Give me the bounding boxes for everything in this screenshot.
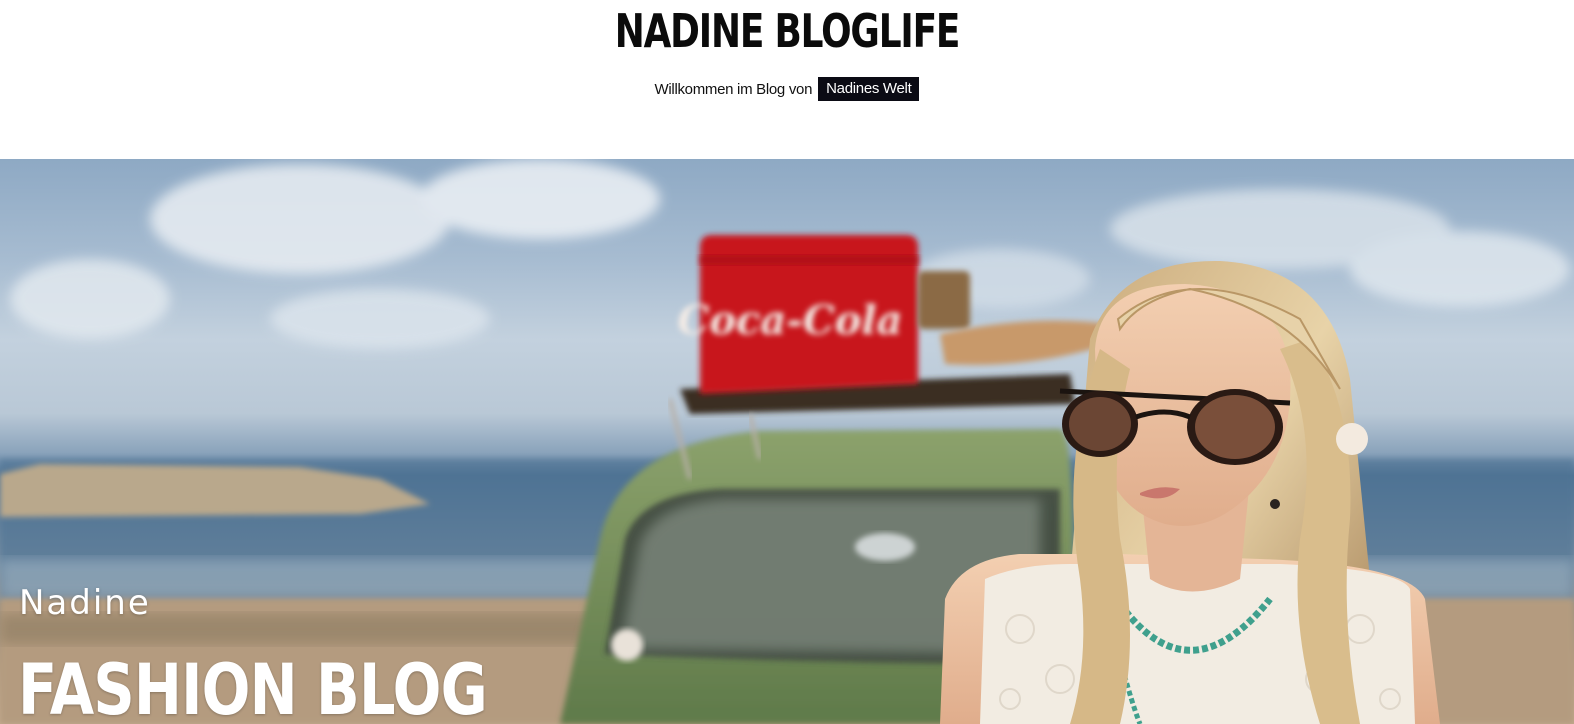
tagline-link[interactable]: Nadines Welt xyxy=(818,77,920,101)
hero-kicker: Nadine xyxy=(19,583,151,623)
tagline-text: Willkommen im Blog von xyxy=(654,80,813,98)
site-title[interactable]: NADINE BLOGLIFE xyxy=(173,4,1401,58)
hero-banner: Coca-Cola Nadine FASHION BLOG xyxy=(0,159,1574,724)
hero-title: FASHION BLOG xyxy=(18,649,488,724)
hero-photo: Coca-Cola xyxy=(0,159,1574,724)
site-header: NADINE BLOGLIFE Willkommen im Blog von N… xyxy=(0,0,1574,159)
tagline: Willkommen im Blog von Nadines Welt xyxy=(0,77,1574,101)
cooler-logo: Coca-Cola xyxy=(677,297,902,344)
